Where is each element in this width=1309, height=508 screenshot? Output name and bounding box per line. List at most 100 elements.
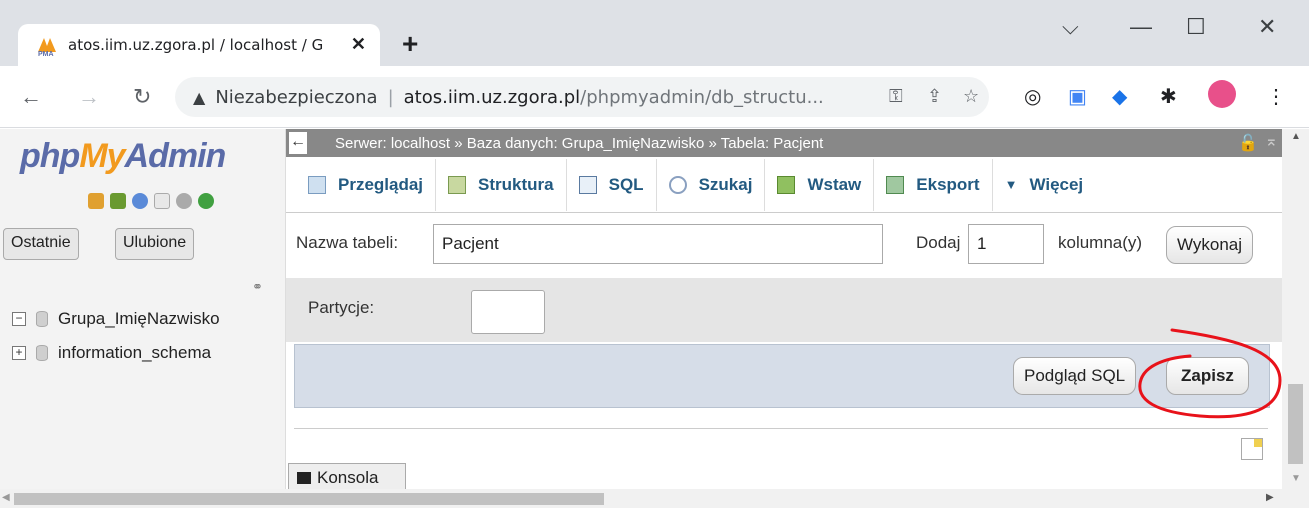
scroll-up-icon[interactable]: ▲ bbox=[1291, 131, 1301, 142]
scroll-left-icon[interactable]: ◀ bbox=[2, 492, 10, 503]
extensions-puzzle-icon[interactable]: ✱ bbox=[1160, 84, 1177, 109]
share-icon[interactable]: ⇪ bbox=[927, 86, 942, 107]
exit-icon[interactable] bbox=[110, 193, 126, 209]
table-tabs: Przeglądaj Struktura SQL Szukaj Wstaw Ek… bbox=[286, 157, 1282, 213]
tab-search[interactable]: Szukaj bbox=[657, 158, 766, 211]
svg-text:PMA: PMA bbox=[38, 51, 54, 56]
new-tab-button[interactable]: + bbox=[402, 28, 418, 60]
table-name-row: Nazwa tabeli: Pacjent Dodaj 1 kolumna(y)… bbox=[286, 213, 1282, 275]
forward-arrow-icon[interactable]: → bbox=[78, 84, 100, 110]
google-translate-icon[interactable]: ▣ bbox=[1068, 84, 1087, 109]
recent-button[interactable]: Ostatnie bbox=[3, 228, 79, 260]
partitions-input[interactable] bbox=[471, 290, 545, 334]
partitions-label: Partycje: bbox=[308, 298, 375, 317]
tree-item-label[interactable]: information_schema bbox=[58, 343, 211, 363]
add-label: Dodaj bbox=[916, 233, 961, 252]
tab-insert[interactable]: Wstaw bbox=[765, 158, 875, 211]
reload-icon[interactable]: ↻ bbox=[133, 84, 151, 110]
collapse-icon[interactable]: − bbox=[12, 312, 26, 326]
link-chain-icon[interactable]: ⚭ bbox=[252, 279, 263, 295]
console-toggle[interactable]: Konsola bbox=[288, 463, 406, 491]
address-bar[interactable]: ▲ Niezabezpieczona | atos.iim.uz.zgora.p… bbox=[175, 77, 989, 117]
columns-label: kolumna(y) bbox=[1058, 233, 1143, 252]
logo-php: php bbox=[20, 137, 80, 175]
horizontal-scrollbar[interactable]: ◀ ▶ bbox=[0, 489, 1309, 508]
window-close-icon[interactable]: ✕ bbox=[1258, 14, 1276, 40]
add-columns-input[interactable]: 1 bbox=[968, 224, 1044, 264]
export-icon bbox=[886, 175, 905, 194]
tab-close-icon[interactable]: ✕ bbox=[351, 34, 366, 55]
scroll-thumb[interactable] bbox=[1288, 384, 1303, 464]
tab-export[interactable]: Eksport bbox=[874, 158, 993, 211]
browser-tabstrip: PMA atos.iim.uz.zgora.pl / localhost / G… bbox=[0, 0, 1309, 66]
tab-title: atos.iim.uz.zgora.pl / localhost / G bbox=[68, 36, 324, 54]
security-label: Niezabezpieczona bbox=[215, 86, 378, 108]
vertical-scrollbar[interactable]: ▲ ▼ bbox=[1282, 129, 1309, 489]
table-name-input[interactable]: Pacjent bbox=[433, 224, 883, 264]
tab-label: Wstaw bbox=[807, 174, 862, 194]
back-arrow-icon[interactable]: ← bbox=[20, 84, 42, 110]
tab-label: Eksport bbox=[916, 174, 980, 194]
home-icon[interactable] bbox=[88, 193, 104, 209]
refresh-icon[interactable] bbox=[198, 193, 214, 209]
form-actions: Podgląd SQL Zapisz bbox=[294, 344, 1270, 408]
expand-icon[interactable]: + bbox=[12, 346, 26, 360]
tab-label: SQL bbox=[608, 174, 644, 194]
breadcrumb-table[interactable]: Tabela: Pacjent bbox=[721, 135, 824, 152]
tab-search-icon[interactable]: ⌵ bbox=[1062, 14, 1079, 40]
phpmyadmin-logo[interactable]: phpMyAdmin bbox=[20, 137, 226, 176]
console-icon bbox=[297, 471, 311, 484]
breadcrumb-bar: ← Serwer: localhost » Baza danych: Grupa… bbox=[286, 129, 1282, 157]
tab-label: Przeglądaj bbox=[338, 174, 424, 194]
hscroll-thumb[interactable] bbox=[14, 493, 604, 505]
sql-icon bbox=[578, 175, 597, 194]
collapse-panel-icon[interactable]: ← bbox=[289, 132, 307, 154]
breadcrumb-database[interactable]: Baza danych: Grupa_ImięNazwisko » bbox=[467, 135, 717, 152]
browser-tab[interactable]: PMA atos.iim.uz.zgora.pl / localhost / G… bbox=[18, 24, 380, 66]
tree-item-information-schema[interactable]: + information_schema bbox=[12, 343, 211, 363]
logo-my: My bbox=[79, 137, 125, 175]
maximize-icon[interactable]: ☐ bbox=[1186, 14, 1206, 40]
url-path: /phpmyadmin/db_structu... bbox=[580, 86, 824, 108]
preview-sql-button[interactable]: Podgląd SQL bbox=[1013, 357, 1137, 395]
lock-icon[interactable]: 🔓 bbox=[1238, 133, 1258, 153]
settings-gear-icon[interactable] bbox=[176, 193, 192, 209]
database-icon bbox=[36, 311, 48, 327]
minimize-icon[interactable]: — bbox=[1130, 14, 1152, 40]
database-icon bbox=[36, 345, 48, 361]
browse-icon bbox=[308, 175, 326, 194]
execute-button[interactable]: Wykonaj bbox=[1166, 226, 1254, 264]
scroll-right-icon[interactable]: ▶ bbox=[1266, 492, 1274, 503]
tab-sql[interactable]: SQL bbox=[567, 158, 657, 211]
graduation-cap-icon[interactable]: ◆ bbox=[1112, 84, 1127, 109]
breadcrumb-server[interactable]: Serwer: localhost » bbox=[335, 135, 463, 152]
key-icon[interactable]: ⚿ bbox=[889, 86, 903, 107]
help-icon[interactable] bbox=[132, 193, 148, 209]
table-name-label: Nazwa tabeli: bbox=[296, 233, 399, 252]
divider bbox=[294, 428, 1268, 429]
tab-label: Szukaj bbox=[698, 174, 753, 194]
tab-label: Więcej bbox=[1029, 174, 1084, 194]
tree-item-label[interactable]: Grupa_ImięNazwisko bbox=[58, 309, 220, 329]
bookmark-star-icon[interactable]: ☆ bbox=[963, 86, 979, 107]
tab-structure[interactable]: Struktura bbox=[436, 158, 567, 211]
browser-toolbar: ← → ↻ ▲ Niezabezpieczona | atos.iim.uz.z… bbox=[0, 66, 1309, 128]
insert-icon bbox=[777, 175, 796, 194]
save-button[interactable]: Zapisz bbox=[1166, 357, 1249, 395]
console-label: Konsola bbox=[317, 467, 379, 487]
tab-more[interactable]: ▼ Więcej bbox=[993, 159, 1096, 211]
favorites-button[interactable]: Ulubione bbox=[115, 228, 195, 260]
url-separator: | bbox=[387, 86, 394, 108]
pma-favicon-icon: PMA bbox=[36, 34, 58, 58]
breadcrumb: Serwer: localhost » Baza danych: Grupa_I… bbox=[335, 135, 823, 152]
structure-icon bbox=[448, 175, 467, 194]
tab-browse[interactable]: Przeglądaj bbox=[296, 158, 437, 211]
scroll-top-icon[interactable]: ⌅ bbox=[1265, 131, 1278, 151]
scroll-down-icon[interactable]: ▼ bbox=[1291, 473, 1301, 484]
menu-kebab-icon[interactable]: ⋮ bbox=[1266, 84, 1286, 109]
extension-copilot-icon[interactable]: ◎ bbox=[1024, 84, 1041, 109]
docs-icon[interactable] bbox=[154, 193, 170, 209]
note-icon[interactable] bbox=[1241, 438, 1263, 460]
tree-item-grupa[interactable]: − Grupa_ImięNazwisko bbox=[12, 309, 220, 329]
profile-avatar[interactable] bbox=[1208, 80, 1236, 108]
